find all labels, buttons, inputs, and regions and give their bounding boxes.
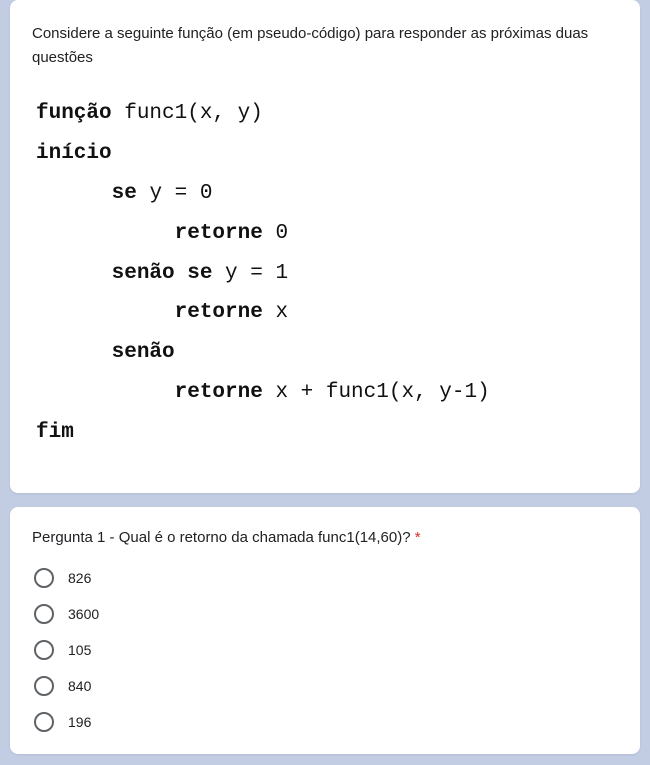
code-kw-retorne1: retorne [175, 222, 263, 245]
code-kw-retorne2: retorne [175, 301, 263, 324]
option-row[interactable]: 105 [34, 640, 618, 660]
question-text: Pergunta 1 - Qual é o retorno da chamada… [32, 529, 618, 546]
radio-icon [34, 676, 54, 696]
options-list: 826 3600 105 840 196 [34, 568, 618, 732]
intro-text: Considere a seguinte função (em pseudo-c… [32, 22, 618, 70]
question-card: Pergunta 1 - Qual é o retorno da chamada… [10, 507, 640, 754]
code-kw-fim: fim [36, 421, 74, 444]
code-kw-retorne3: retorne [175, 381, 263, 404]
option-label: 3600 [68, 606, 99, 622]
radio-icon [34, 568, 54, 588]
option-row[interactable]: 3600 [34, 604, 618, 624]
option-label: 196 [68, 714, 91, 730]
radio-icon [34, 604, 54, 624]
code-kw-senaose: senão se [112, 262, 213, 285]
code-kw-inicio: início [36, 142, 112, 165]
code-l4-rest: 0 [263, 222, 288, 245]
question-prompt: Pergunta 1 - Qual é o retorno da chamada… [32, 529, 415, 546]
code-kw-senao: senão [112, 341, 175, 364]
code-l6-rest: x [263, 301, 288, 324]
option-label: 826 [68, 570, 91, 586]
code-kw-funcao: função [36, 102, 112, 125]
required-asterisk: * [415, 529, 421, 546]
option-row[interactable]: 826 [34, 568, 618, 588]
option-row[interactable]: 196 [34, 712, 618, 732]
option-row[interactable]: 840 [34, 676, 618, 696]
code-l5-rest: y = 1 [212, 262, 288, 285]
pseudocode-block: função func1(x, y) início se y = 0 retor… [32, 88, 618, 471]
code-l8-rest: x + func1(x, y-1) [263, 381, 490, 404]
code-kw-se: se [112, 182, 137, 205]
code-l1-rest: func1(x, y) [112, 102, 263, 125]
intro-card: Considere a seguinte função (em pseudo-c… [10, 0, 640, 493]
option-label: 840 [68, 678, 91, 694]
radio-icon [34, 712, 54, 732]
radio-icon [34, 640, 54, 660]
code-l3-rest: y = 0 [137, 182, 213, 205]
option-label: 105 [68, 642, 91, 658]
